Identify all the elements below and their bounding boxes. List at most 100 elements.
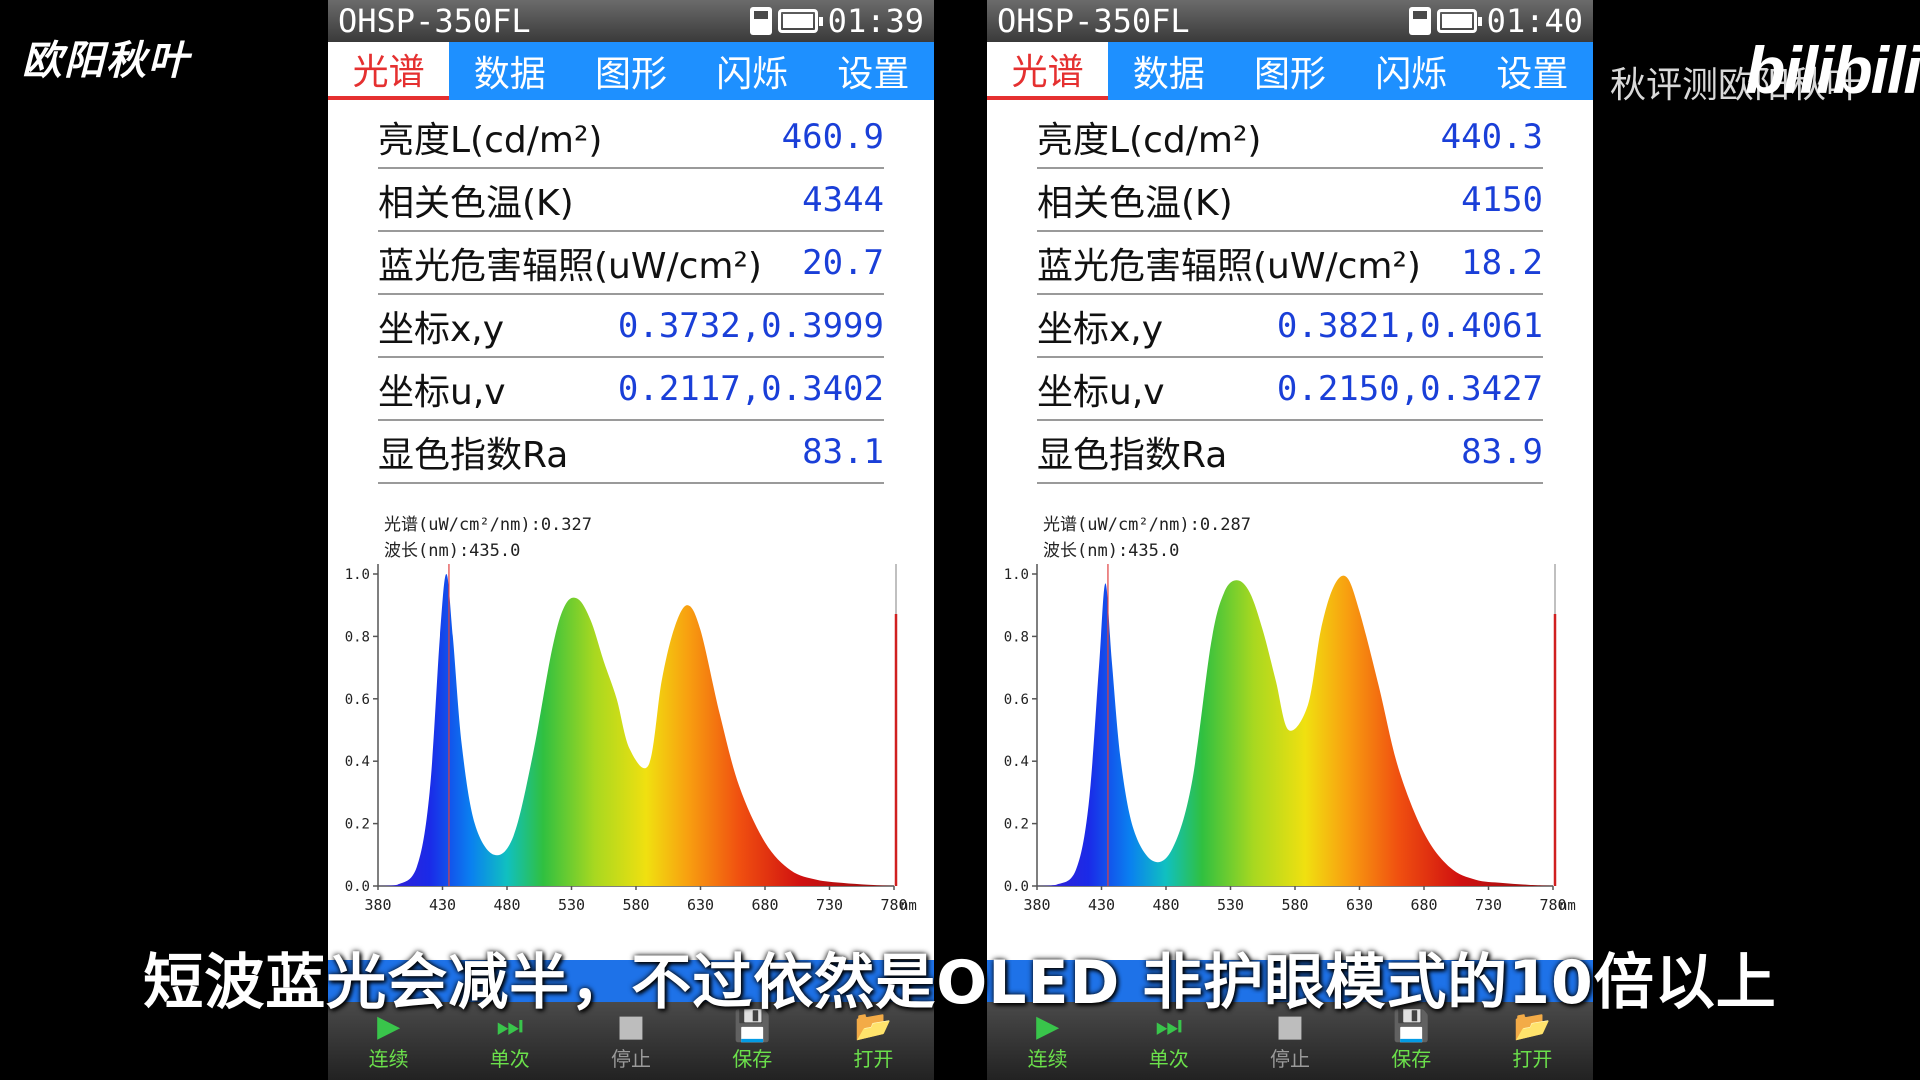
meter-screen-right: OHSP-350FL 01:40 光谱 数据 图形 闪烁 设置 亮度L(cd/m…	[987, 0, 1593, 1080]
spectrum-point	[532, 754, 533, 755]
spectrum-point	[1191, 782, 1192, 783]
tab-bar: 光谱 数据 图形 闪烁 设置	[987, 42, 1593, 100]
spectrum-plot[interactable]: 光谱(uW/cm²/nm):0.287 波长(nm):435.0 1.0 0.8 0.6…	[987, 508, 1593, 978]
reading-cct: 相关色温(K) 4150	[1037, 169, 1543, 232]
spectrum-point	[1378, 686, 1379, 687]
tab-flicker[interactable]: 闪烁	[692, 42, 813, 100]
spectrum-point	[1153, 860, 1154, 861]
spectrum-point	[397, 884, 398, 885]
device-model: OHSP-350FL	[338, 2, 531, 40]
tab-settings[interactable]: 设置	[1472, 42, 1593, 100]
x-tick-label: 630	[687, 896, 714, 914]
clock: 01:39	[827, 2, 924, 40]
reading-cct: 相关色温(K) 4344	[378, 169, 884, 232]
x-tick-label: 730	[816, 896, 843, 914]
tab-graph[interactable]: 图形	[1229, 42, 1350, 100]
tab-bar: 光谱 数据 图形 闪烁 设置	[328, 42, 934, 100]
spectrum-point	[603, 661, 604, 662]
spectrum-point	[1211, 642, 1212, 643]
x-tick-label: 580	[622, 896, 649, 914]
bilibili-logo: bilibili	[1745, 33, 1920, 107]
battery-icon	[777, 9, 823, 33]
spectrum-point	[1288, 729, 1289, 730]
reading-xy: 坐标x,y 0.3732,0.3999	[378, 295, 884, 358]
spectrum-point	[1249, 592, 1250, 593]
spectrum-point	[1223, 592, 1224, 593]
spectrum-readout: 光谱(uW/cm²/nm):0.327	[384, 515, 592, 535]
spectrum-point	[842, 882, 843, 883]
y-tick-label: 0.6	[1004, 692, 1029, 708]
spectrum-point	[1236, 580, 1237, 581]
y-tick-label: 1.0	[345, 567, 370, 583]
tab-settings[interactable]: 设置	[813, 42, 934, 100]
reading-blue-hazard: 蓝光危害辐照(uW/cm²) 18.2	[1037, 232, 1543, 295]
spectrum-point	[700, 630, 701, 631]
spectrum-point	[446, 573, 447, 574]
tab-data[interactable]: 数据	[1108, 42, 1229, 100]
y-tick-label: 0.4	[1004, 754, 1029, 770]
spectrum-point	[629, 748, 630, 749]
x-tick-label: 380	[364, 896, 391, 914]
spectrum-point	[1527, 884, 1528, 885]
spectrum-point	[552, 648, 553, 649]
sd-card-icon	[749, 7, 772, 35]
y-tick-label: 0.6	[345, 692, 370, 708]
spectrum-plot[interactable]: 光谱(uW/cm²/nm):0.327 波长(nm):435.0 1.0 0.8 0.6…	[328, 508, 934, 978]
status-bar: OHSP-350FL 01:40	[987, 0, 1593, 42]
spectrum-point	[1359, 611, 1360, 612]
x-tick-label: 580	[1281, 896, 1308, 914]
spectrum-point	[719, 714, 720, 715]
spectrum-point	[868, 884, 869, 885]
reading-uv: 坐标u,v 0.2150,0.3427	[1037, 358, 1543, 421]
device-model: OHSP-350FL	[997, 2, 1190, 40]
spectrum-point	[1098, 667, 1099, 668]
reading-cri: 显色指数Ra 83.9	[1037, 421, 1543, 484]
spectrum-point	[1075, 870, 1076, 871]
spectrum-point	[1172, 848, 1173, 849]
spectrum-point	[1501, 882, 1502, 883]
tab-data[interactable]: 数据	[449, 42, 570, 100]
spectrum-point	[1056, 884, 1057, 885]
x-tick-label: 680	[1410, 896, 1437, 914]
author-watermark: 欧阳秋叶	[22, 37, 190, 84]
spectrum-chart: 光谱(uW/cm²/nm):0.327 波长(nm):435.0 1.0 0.8 0.6…	[328, 508, 934, 978]
reading-uv: 坐标u,v 0.2117,0.3402	[378, 358, 884, 421]
spectrum-point	[1088, 804, 1089, 805]
tab-flicker[interactable]: 闪烁	[1351, 42, 1472, 100]
spectrum-point	[1133, 829, 1134, 830]
spectrum-point	[1333, 586, 1334, 587]
spectrum-point	[1105, 583, 1106, 584]
spectrum-chart: 光谱(uW/cm²/nm):0.287 波长(nm):435.0 1.0 0.8 0.6…	[987, 508, 1593, 978]
spectrum-point	[739, 786, 740, 787]
spectrum-point	[661, 679, 662, 680]
x-tick-label: 730	[1475, 896, 1502, 914]
spectrum-area	[378, 574, 894, 886]
x-unit-label: nm	[900, 898, 917, 914]
spectrum-point	[790, 870, 791, 871]
wavelength-readout: 波长(nm):435.0	[1043, 541, 1179, 561]
y-tick-label: 1.0	[1004, 567, 1029, 583]
spectrum-point	[893, 885, 894, 886]
tab-spectrum[interactable]: 光谱	[987, 42, 1109, 100]
spectrum-point	[494, 854, 495, 855]
spectrum-point	[474, 823, 475, 824]
tab-graph[interactable]: 图形	[570, 42, 691, 100]
spectrum-point	[513, 835, 514, 836]
readings-table: 亮度L(cd/m²) 460.9 相关色温(K) 4344 蓝光危害辐照(uW/cm…	[328, 100, 934, 484]
spectrum-point	[648, 764, 649, 765]
spectrum-point	[439, 636, 440, 637]
y-tick-label: 0.0	[1004, 879, 1029, 895]
spectrum-point	[577, 598, 578, 599]
spectrum-point	[1307, 704, 1308, 705]
spectrum-point	[687, 605, 688, 606]
spectrum-point	[1449, 867, 1450, 868]
y-tick-label: 0.8	[345, 629, 370, 645]
spectrum-point	[377, 885, 378, 886]
spectrum-area	[1037, 575, 1553, 886]
x-tick-label: 430	[429, 896, 456, 914]
reading-cri: 显色指数Ra 83.1	[378, 421, 884, 484]
tab-spectrum[interactable]: 光谱	[328, 42, 450, 100]
spectrum-point	[1475, 879, 1476, 880]
spectrum-point	[1262, 630, 1263, 631]
x-tick-label: 530	[558, 896, 585, 914]
